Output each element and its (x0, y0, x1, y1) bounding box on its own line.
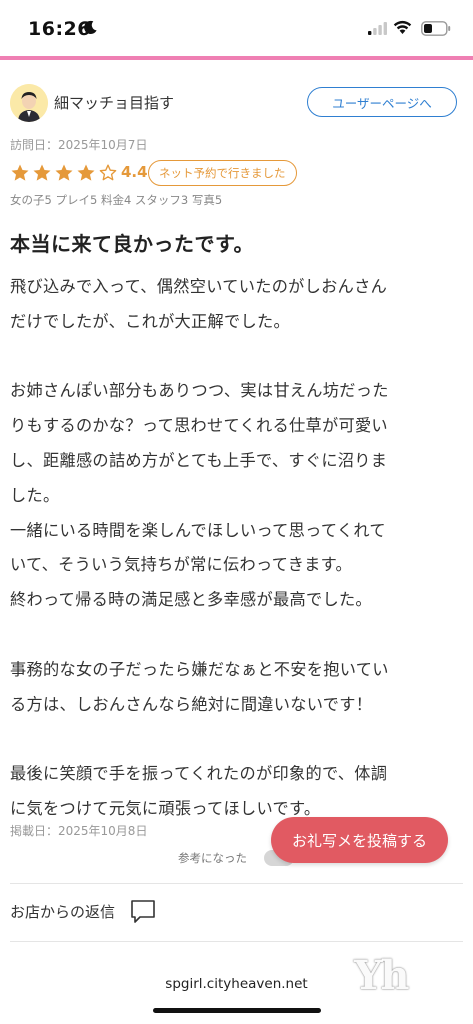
shop-reply-label[interactable]: お店からの返信 (10, 901, 115, 922)
sub-ratings: 女の子5 プレイ5 料金4 スタッフ3 写真5 (10, 193, 223, 207)
review-body-line: 終わって帰る時の満足感と多幸感が最高でした。 (10, 590, 372, 610)
review-body-line (10, 618, 460, 653)
moon-icon (84, 20, 97, 34)
review-body-line: いて、そういう気持ちが常に伝わってきます。 (10, 555, 353, 575)
review-body-line: し、距離感の詰め方がとても上手で、すぐに沼りま (10, 450, 388, 470)
star-filled-icon (55, 164, 73, 181)
star-filled-icon (33, 164, 51, 181)
user-avatar-icon (10, 84, 48, 122)
helpful-label: 参考になった (178, 851, 247, 865)
review-body-line (10, 340, 460, 375)
review-body-line: りもするのかな？って思わせてくれる仕草が可愛い (10, 416, 388, 436)
review-body-line: 事務的な女の子だったら嫌だなぁと不安を抱いてい (10, 659, 389, 679)
review-body-line: 一緒にいる時間を楽しんでほしいって思ってくれて (10, 520, 386, 540)
review-body-line: お姉さんぽい部分もありつつ、実は甘えん坊だった (10, 381, 389, 401)
divider (10, 941, 463, 942)
review-body-line: した。 (10, 485, 60, 505)
wifi-icon (393, 20, 412, 34)
review-title: 本当に来て良かったです。 (10, 232, 254, 256)
username[interactable]: 細マッチョ目指す (54, 92, 174, 113)
review-body-line (10, 722, 460, 757)
watermark-logo: Yh (354, 952, 410, 999)
status-bar: 16:26 (0, 0, 473, 56)
post-thank-you-photo-button[interactable]: お礼写メを投稿する (271, 817, 448, 863)
review-body-line: 飛び込みで入って、偶然空いていたのがしおんさん (10, 277, 388, 296)
star-rating (10, 162, 120, 184)
review-body: 飛び込みで入って、偶然空いていたのがしおんさん だけでしたが、これが大正解でした… (10, 270, 460, 827)
user-page-button[interactable]: ユーザーページへ (307, 87, 457, 117)
review-body-line: 最後に笑顔で手を振ってくれたのが印象的で、体調 (10, 764, 388, 784)
home-indicator[interactable] (153, 1008, 321, 1013)
review-body-line: だけでしたが、これが大正解でした。 (10, 311, 290, 331)
review-body-line: る方は、しおんさんなら絶対に間違いないです！ (10, 694, 373, 714)
chat-bubble-icon[interactable] (130, 898, 156, 924)
header-accent-line (0, 56, 473, 60)
visit-date: 訪問日：2025年10月7日 (10, 138, 148, 152)
star-filled-icon (11, 164, 29, 181)
rating-value: 4.4 (121, 163, 148, 181)
star-outline-icon (99, 164, 117, 181)
divider (10, 883, 463, 884)
battery-icon (421, 21, 451, 36)
status-time: 16:26 (28, 18, 91, 40)
avatar (10, 84, 48, 122)
signal-icon (368, 22, 387, 35)
net-reservation-badge: ネット予約で行きました (148, 160, 297, 186)
posted-date: 掲載日：2025年10月8日 (10, 824, 148, 838)
star-filled-icon (77, 164, 95, 181)
